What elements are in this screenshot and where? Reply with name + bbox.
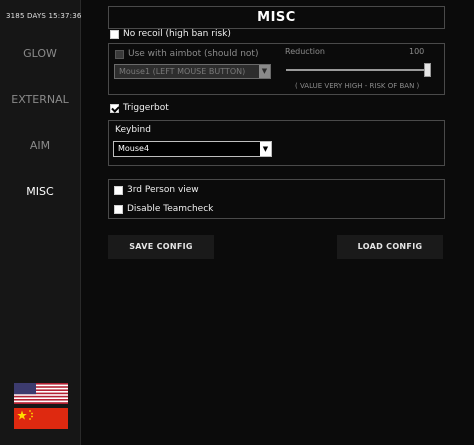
page-title: MISC xyxy=(108,6,445,29)
keybind-value: Mouse4 xyxy=(118,144,150,153)
us-flag-icon[interactable] xyxy=(14,383,68,404)
reduction-slider[interactable] xyxy=(286,63,431,77)
slider-thumb[interactable] xyxy=(424,63,431,77)
save-config-button[interactable]: SAVE CONFIG xyxy=(108,235,214,259)
chevron-down-icon: ▼ xyxy=(259,65,270,78)
use-with-aimbot-label: Use with aimbot (should not) xyxy=(128,49,259,59)
recoil-panel: Use with aimbot (should not) Mouse1 (LEF… xyxy=(108,43,445,95)
chevron-down-icon: ▼ xyxy=(260,142,271,156)
sidebar: 3185 DAYS 15:37:36 GLOW EXTERNAL AIM MIS… xyxy=(0,0,81,445)
nav-misc[interactable]: MISC xyxy=(0,185,80,198)
keybind-panel: Keybind Mouse4 ▼ xyxy=(108,120,445,166)
nav-glow[interactable]: GLOW xyxy=(0,47,80,60)
triggerbot-checkbox[interactable] xyxy=(110,104,119,113)
disable-teamcheck-checkbox[interactable] xyxy=(114,205,123,214)
third-person-label: 3rd Person view xyxy=(127,185,199,195)
uptime-label: 3185 DAYS 15:37:36 xyxy=(6,12,82,20)
nav-aim[interactable]: AIM xyxy=(0,139,80,152)
main-panel: MISC No recoil (high ban risk) Use with … xyxy=(80,0,474,445)
china-flag-icon[interactable] xyxy=(14,408,68,429)
reduction-label: Reduction xyxy=(285,47,325,56)
use-with-aimbot-checkbox[interactable] xyxy=(115,50,124,59)
third-person-checkbox[interactable] xyxy=(114,186,123,195)
reduction-value: 100 xyxy=(409,47,425,56)
nav-external[interactable]: EXTERNAL xyxy=(0,93,80,106)
keybind-select[interactable]: Mouse4 ▼ xyxy=(113,141,272,157)
recoil-key-value: Mouse1 (LEFT MOUSE BUTTON) xyxy=(119,67,246,76)
slider-track xyxy=(286,69,426,71)
ban-risk-warning: ( VALUE VERY HIGH - RISK OF BAN ) xyxy=(295,82,420,90)
recoil-key-select[interactable]: Mouse1 (LEFT MOUSE BUTTON) ▼ xyxy=(114,64,271,79)
no-recoil-label: No recoil (high ban risk) xyxy=(123,29,231,39)
no-recoil-checkbox[interactable] xyxy=(110,30,119,39)
disable-teamcheck-label: Disable Teamcheck xyxy=(127,204,214,214)
keybind-label: Keybind xyxy=(115,125,151,135)
triggerbot-label: Triggerbot xyxy=(123,103,169,113)
options-panel: 3rd Person view Disable Teamcheck xyxy=(108,179,445,219)
load-config-button[interactable]: LOAD CONFIG xyxy=(337,235,443,259)
